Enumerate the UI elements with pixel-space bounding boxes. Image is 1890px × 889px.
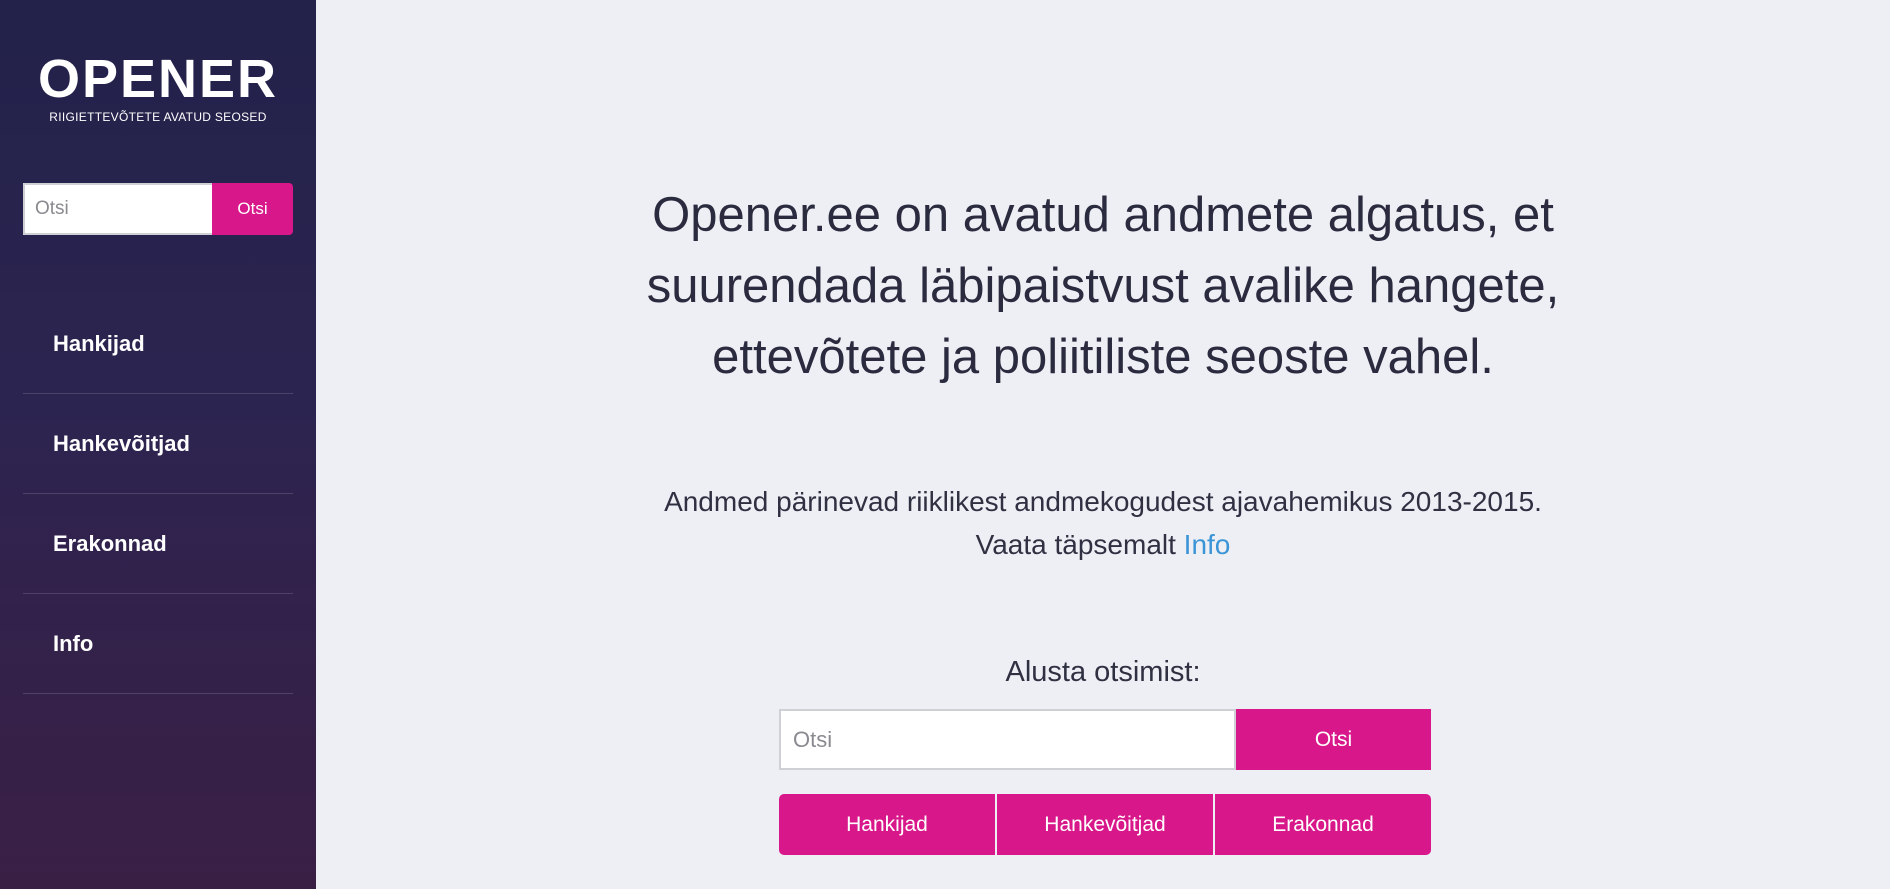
sidebar-item-label: Info <box>53 630 94 656</box>
headline: Opener.ee on avatud andmete algatus, et … <box>316 180 1890 393</box>
sidebar: OPENER RIIGIETTEVÕTETE AVATUD SEOSED Ots… <box>0 0 316 889</box>
sidebar-item-label: Hankijad <box>53 330 145 356</box>
quick-hankevoitjad-button[interactable]: Hankevõitjad <box>997 794 1215 855</box>
headline-line: ettevõtete ja poliitiliste seoste vahel. <box>712 330 1494 384</box>
quick-links: Hankijad Hankevõitjad Erakonnad <box>779 794 1431 855</box>
sidebar-item-hankijad[interactable]: Hankijad <box>23 294 293 394</box>
sidebar-item-label: Erakonnad <box>53 530 167 556</box>
main-search-input[interactable] <box>779 709 1236 770</box>
sidebar-search: Otsi <box>23 183 293 235</box>
sidebar-search-button[interactable]: Otsi <box>212 183 293 235</box>
logo-title: OPENER <box>37 49 279 109</box>
intro-line-2-prefix: Vaata täpsemalt <box>975 529 1176 560</box>
headline-line: Opener.ee on avatud andmete algatus, et <box>652 188 1554 242</box>
intro-text: Andmed pärinevad riiklikest andmekogudes… <box>316 480 1890 566</box>
quick-erakonnad-button[interactable]: Erakonnad <box>1215 794 1431 855</box>
main-search: Otsi <box>779 709 1431 770</box>
sidebar-item-erakonnad[interactable]: Erakonnad <box>23 494 293 594</box>
logo[interactable]: OPENER RIIGIETTEVÕTETE AVATUD SEOSED <box>0 50 316 124</box>
main-content: Opener.ee on avatud andmete algatus, et … <box>316 0 1890 889</box>
headline-line: suurendada läbipaistvust avalike hangete… <box>646 259 1560 313</box>
sidebar-search-input[interactable] <box>23 183 212 235</box>
logo-subtitle: RIIGIETTEVÕTETE AVATUD SEOSED <box>49 110 267 124</box>
sidebar-item-hankevoitjad[interactable]: Hankevõitjad <box>23 394 293 494</box>
start-search-label: Alusta otsimist: <box>1005 656 1201 688</box>
sidebar-nav: Hankijad Hankevõitjad Erakonnad Info <box>23 294 293 694</box>
sidebar-item-info[interactable]: Info <box>23 594 293 694</box>
info-link[interactable]: Info <box>1184 529 1231 560</box>
quick-hankijad-button[interactable]: Hankijad <box>779 794 997 855</box>
intro-line-1: Andmed pärinevad riiklikest andmekogudes… <box>664 486 1542 517</box>
main-search-button[interactable]: Otsi <box>1236 709 1431 770</box>
sidebar-item-label: Hankevõitjad <box>53 430 190 456</box>
